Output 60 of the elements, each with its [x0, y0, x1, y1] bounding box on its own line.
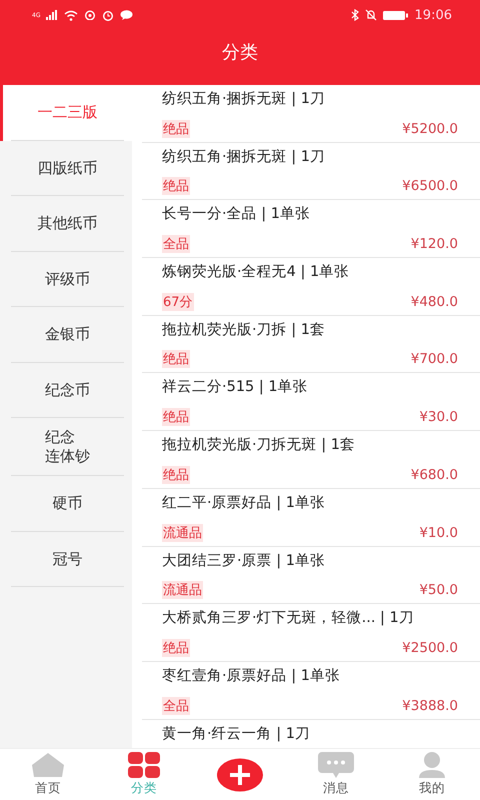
product-title[interactable]: 大团结三罗·原票 | 1单张: [162, 550, 325, 570]
category-item[interactable]: 其他纸币: [0, 196, 132, 252]
product-title[interactable]: 拖拉机荧光版·刀拆 | 1套: [162, 320, 325, 339]
product-title[interactable]: 炼钢荧光版·全程无4 | 1单张: [162, 262, 350, 282]
grade-tag: 绝品: [162, 466, 190, 484]
category-item[interactable]: 四版纸币: [0, 140, 132, 196]
chat-icon: [120, 10, 134, 20]
tab-item[interactable]: 我的: [384, 749, 480, 800]
category-item[interactable]: 一二三版: [0, 85, 132, 140]
wifi-icon: [64, 10, 78, 20]
grade-tag: 绝品: [162, 120, 190, 138]
category-item[interactable]: 金银币: [0, 307, 132, 362]
add-button[interactable]: [216, 758, 264, 792]
price-label: ¥680.0: [410, 466, 458, 483]
product-title[interactable]: 大桥贰角三罗·灯下无斑，轻微... | 1刀: [162, 608, 414, 628]
price-label: ¥10.0: [419, 524, 458, 540]
product-title[interactable]: 纺织五角·捆拆无斑 | 1刀: [162, 146, 325, 166]
grade-tag: 绝品: [162, 177, 190, 196]
product-title[interactable]: 祥云二分·515 | 1单张: [162, 377, 308, 396]
signal-icon: [46, 10, 58, 20]
price-label: ¥120.0: [410, 236, 458, 252]
price-label: ¥2500.0: [402, 640, 458, 656]
home-icon: [31, 752, 65, 778]
price-label: ¥50.0: [419, 582, 458, 598]
product-title[interactable]: 黄一角·纤云一角 | 1刀: [162, 724, 310, 743]
page-title: 分类: [222, 40, 258, 64]
grade-tag: 67分: [162, 292, 194, 311]
product-title[interactable]: 长号一分·全品 | 1单张: [162, 204, 310, 224]
category-item[interactable]: 纪念币: [0, 362, 132, 418]
clock-time: 19:06: [414, 8, 452, 22]
category-item[interactable]: 硬币: [0, 476, 132, 532]
alarm-clock-icon: [102, 10, 114, 20]
grade-tag: 流通品: [162, 524, 203, 542]
grade-tag: 全品: [162, 696, 190, 715]
price-label: ¥480.0: [410, 294, 458, 310]
category-item[interactable]: 冠号: [0, 532, 132, 587]
muted-bell-icon: [364, 9, 377, 21]
price-label: ¥30.0: [419, 409, 458, 426]
battery-icon: [382, 10, 409, 20]
grid-icon: [127, 752, 161, 778]
tab-item[interactable]: 首页: [0, 749, 96, 800]
chat-bubble-icon: [318, 752, 354, 778]
product-title[interactable]: 枣红壹角·原票好品 | 1单张: [162, 666, 340, 685]
category-item[interactable]: 评级币: [0, 252, 132, 307]
tab-item[interactable]: 消息: [288, 749, 384, 800]
category-item[interactable]: 纪念 连体钞: [0, 418, 132, 476]
product-title[interactable]: 纺织五角·捆拆无斑 | 1刀: [162, 89, 325, 108]
product-title[interactable]: 红二平·原票好品 | 1单张: [162, 492, 325, 512]
price-label: ¥5200.0: [402, 120, 458, 137]
price-label: ¥3888.0: [402, 698, 458, 714]
price-label: ¥6500.0: [402, 178, 458, 194]
product-title[interactable]: 拖拉机荧光版·刀拆无斑 | 1套: [162, 435, 355, 454]
grade-tag: 绝品: [162, 350, 190, 368]
bluetooth-icon: [350, 9, 359, 21]
grade-tag: 绝品: [162, 638, 190, 657]
grade-tag: 绝品: [162, 408, 190, 426]
grade-tag: 流通品: [162, 581, 203, 600]
person-icon: [417, 752, 447, 778]
price-label: ¥700.0: [410, 351, 458, 368]
grade-tag: 全品: [162, 235, 190, 254]
